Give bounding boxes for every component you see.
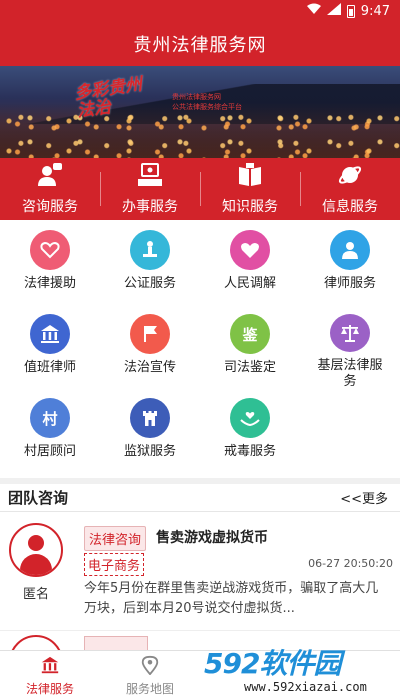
wifi-icon (306, 3, 321, 19)
flag-icon (130, 314, 170, 354)
grid-item-village-advisor[interactable]: 村 村居顾问 (0, 390, 100, 474)
care-hands-icon (230, 398, 270, 438)
question-body: 今年5月份在群里售卖逆战游戏货币，骗取了高大几万块，后到本月20号说交付虚拟货.… (84, 581, 379, 616)
grid-item-label: 法律援助 (23, 276, 76, 291)
banner-caption-line1: 贵州法律服务网 (172, 93, 221, 101)
grid-item-appraisal[interactable]: 鉴 司法鉴定 (200, 306, 300, 390)
knowledge-service-button[interactable]: 知识服务 (200, 158, 300, 220)
scales-icon (330, 314, 370, 352)
grid-item-label: 基层法律服务 (317, 358, 383, 389)
tab-placeholder[interactable] (200, 651, 300, 700)
team-consult-header: 团队咨询 <<更多 (0, 484, 400, 512)
heart-hands-icon (30, 230, 70, 270)
user-name: 匿名 (22, 587, 49, 602)
bottom-tab-bar: 法律服务 服务地图 (0, 650, 400, 700)
tab-service-map[interactable]: 服务地图 (100, 651, 200, 700)
planet-icon (337, 162, 363, 192)
knowledge-service-label: 知识服务 (222, 199, 278, 215)
consult-service-label: 咨询服务 (22, 199, 78, 215)
affairs-service-label: 办事服务 (122, 199, 178, 215)
grid-item-label: 司法鉴定 (223, 360, 276, 375)
page-title: 贵州法律服务网 (0, 22, 400, 66)
category-badge (84, 636, 148, 650)
village-icon: 村 (30, 398, 70, 438)
grid-item-legal-aid[interactable]: 法律援助 (0, 222, 100, 306)
section-title: 团队咨询 (8, 489, 69, 507)
app-screen: 9:47 贵州法律服务网 多彩贵州 法治 贵州法律服务网 公共法律服务综合平台 … (0, 0, 400, 700)
chat-user-icon (37, 162, 63, 192)
grid-item-lawyer[interactable]: 律师服务 (300, 222, 400, 306)
tab-label: 法律服务 (25, 681, 74, 696)
signal-icon (326, 3, 341, 19)
grid-item-label: 值班律师 (23, 360, 76, 375)
service-grid: 法律援助 公证服务 人民调解 律师服务 值班律师 法治宣传 鉴 司法鉴定 基层法… (0, 222, 400, 478)
status-bar: 9:47 (0, 0, 400, 22)
grid-item-rehab[interactable]: 戒毒服务 (200, 390, 300, 474)
map-pin-icon (140, 655, 160, 678)
battery-icon (346, 4, 355, 18)
tab-legal-service[interactable]: 法律服务 (0, 651, 100, 700)
main-services-bar: 咨询服务 办事服务 知识服务 信息服务 (0, 158, 400, 220)
sub-category-badge: 电子商务 (84, 553, 145, 576)
avatar (9, 635, 63, 650)
consult-service-button[interactable]: 咨询服务 (0, 158, 100, 220)
info-service-label: 信息服务 (322, 199, 378, 215)
question-time: 06-27 20:50:20 (308, 557, 393, 570)
more-link[interactable]: <<更多 (340, 488, 388, 507)
grid-item-label: 法治宣传 (123, 360, 176, 375)
grid-item-label: 公证服务 (123, 276, 176, 291)
avatar (9, 523, 63, 577)
grid-item-label: 人民调解 (223, 276, 276, 291)
banner-caption: 贵州法律服务网 公共法律服务综合平台 (172, 92, 292, 112)
book-icon (237, 162, 263, 192)
stamp-icon (130, 230, 170, 270)
desk-user-icon (137, 162, 163, 192)
lawyer-icon (330, 230, 370, 270)
category-badge: 法律咨询 (84, 526, 147, 551)
grid-item-label: 监狱服务 (123, 444, 176, 459)
tab-label: 服务地图 (125, 681, 174, 696)
grid-item-notary[interactable]: 公证服务 (100, 222, 200, 306)
banner-image[interactable]: 多彩贵州 法治 贵州法律服务网 公共法律服务综合平台 (0, 66, 400, 158)
grid-item-duty-lawyer[interactable]: 值班律师 (0, 306, 100, 390)
consult-list-item-next[interactable] (0, 630, 400, 650)
grid-item-label: 律师服务 (323, 276, 376, 291)
banner-caption-line2: 公共法律服务综合平台 (172, 103, 242, 111)
grid-item-prison[interactable]: 监狱服务 (100, 390, 200, 474)
courthouse-icon (30, 314, 70, 354)
status-time: 9:47 (360, 3, 390, 19)
avatar-body (20, 554, 52, 575)
grid-item-grassroots[interactable]: 基层法律服务 (300, 306, 400, 390)
grid-item-mediation[interactable]: 人民调解 (200, 222, 300, 306)
grid-item-label: 村居顾问 (23, 444, 76, 459)
affairs-service-button[interactable]: 办事服务 (100, 158, 200, 220)
tower-icon (130, 398, 170, 438)
heart-icon (230, 230, 270, 270)
question-title: 售卖游戏虚拟货币 (156, 530, 268, 546)
courthouse-icon (40, 655, 60, 678)
appraisal-icon: 鉴 (230, 314, 270, 354)
consult-list-item[interactable]: 匿名 法律咨询 售卖游戏虚拟货币 电子商务 06-27 20:50:20 今年5… (0, 513, 400, 629)
grid-item-label: 戒毒服务 (223, 444, 276, 459)
info-service-button[interactable]: 信息服务 (300, 158, 400, 220)
avatar-head (28, 535, 44, 551)
grid-item-publicity[interactable]: 法治宣传 (100, 306, 200, 390)
tab-placeholder[interactable] (300, 651, 400, 700)
